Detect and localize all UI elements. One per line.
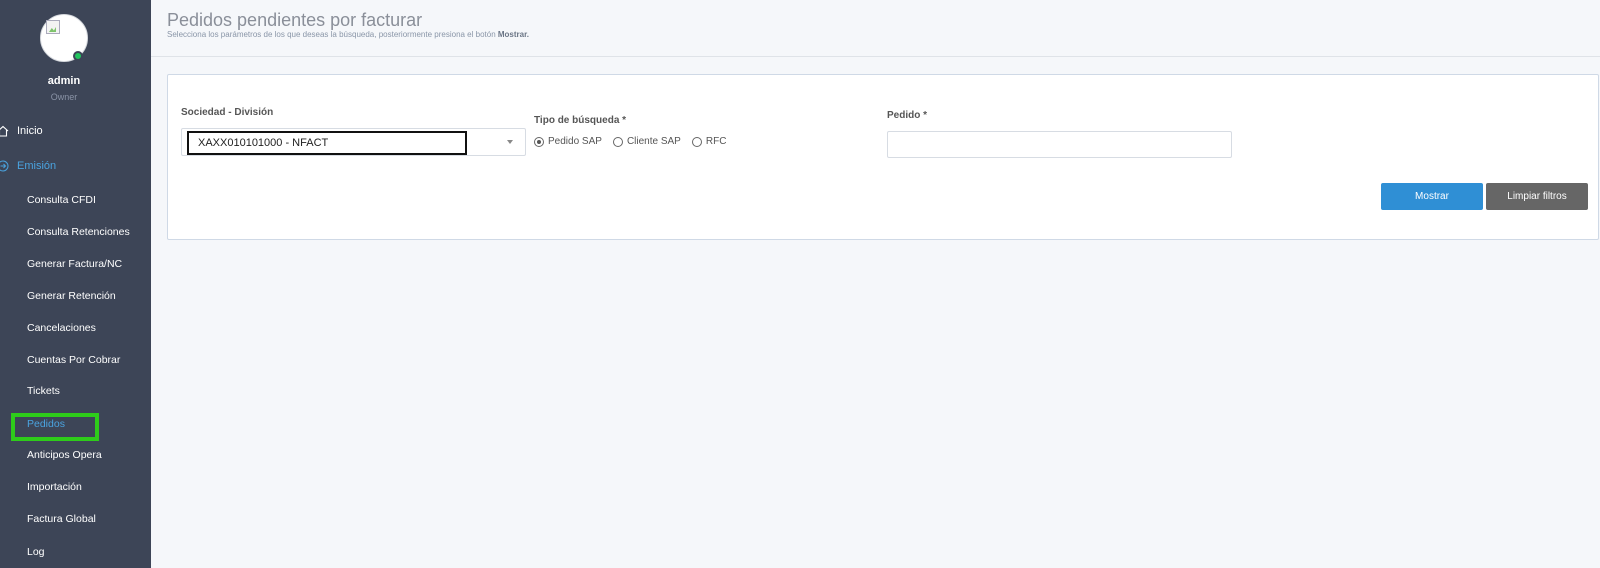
radio-checked-icon[interactable] <box>534 136 544 147</box>
online-status-icon <box>73 51 83 61</box>
page-title: Pedidos pendientes por facturar <box>167 10 423 30</box>
user-role: Owner <box>50 92 78 102</box>
nav-tickets[interactable]: Tickets <box>27 382 60 400</box>
nav-emision-label: Emisión <box>17 160 57 172</box>
arrow-circle-right-icon <box>0 160 9 172</box>
sociedad-selected-value: XAXX010101000 - NFACT <box>187 131 467 155</box>
nav-importacion[interactable]: Importación <box>27 478 82 496</box>
chevron-down-icon <box>507 140 513 144</box>
sociedad-select[interactable]: XAXX010101000 - NFACT <box>181 128 526 156</box>
tipo-busqueda-radio-group: Pedido SAP Cliente SAP RFC <box>534 136 737 147</box>
sociedad-label: Sociedad - División <box>181 107 274 118</box>
pedido-input[interactable] <box>887 131 1232 158</box>
nav-anticipos-opera[interactable]: Anticipos Opera <box>27 446 102 464</box>
broken-image-icon <box>46 20 60 34</box>
pedidos-highlight-box <box>11 413 99 441</box>
radio-unchecked-icon[interactable] <box>691 136 702 147</box>
user-name: admin <box>47 75 81 87</box>
page-subtitle: Selecciona los parámetros de los que des… <box>167 30 529 39</box>
nav-generar-retencion[interactable]: Generar Retención <box>27 287 116 305</box>
filter-card: Sociedad - División XAXX010101000 - NFAC… <box>167 74 1599 240</box>
page-header: Pedidos pendientes por facturar Seleccio… <box>151 0 1600 57</box>
subtitle-text: Selecciona los parámetros de los que des… <box>167 30 498 39</box>
nav-consulta-cfdi[interactable]: Consulta CFDI <box>27 191 96 209</box>
radio-unchecked-icon[interactable] <box>612 136 623 147</box>
nav-consulta-retenciones[interactable]: Consulta Retenciones <box>27 223 130 241</box>
nav-inicio-label: Inicio <box>17 125 43 137</box>
nav-inicio[interactable]: Inicio <box>0 121 43 141</box>
radio-rfc[interactable]: RFC <box>691 136 727 147</box>
tipo-busqueda-label: Tipo de búsqueda * <box>534 115 627 126</box>
nav-log[interactable]: Log <box>27 543 45 561</box>
radio-pedido-sap[interactable]: Pedido SAP <box>534 136 602 147</box>
nav-generar-factura[interactable]: Generar Factura/NC <box>27 255 122 273</box>
mostrar-button[interactable]: Mostrar <box>1381 183 1483 210</box>
nav-cuentas-por-cobrar[interactable]: Cuentas Por Cobrar <box>27 351 120 369</box>
pedido-label: Pedido * <box>887 110 928 121</box>
nav-factura-global[interactable]: Factura Global <box>27 510 96 528</box>
radio-rfc-label: RFC <box>705 136 727 147</box>
home-icon <box>0 125 9 137</box>
nav-cancelaciones[interactable]: Cancelaciones <box>27 319 96 337</box>
limpiar-filtros-button[interactable]: Limpiar filtros <box>1486 183 1588 210</box>
radio-cliente-sap[interactable]: Cliente SAP <box>612 136 681 147</box>
nav-emision[interactable]: Emisión <box>0 156 56 176</box>
sidebar: admin Owner Inicio Emisión Consulta CFDI… <box>0 0 151 568</box>
radio-pedido-sap-label: Pedido SAP <box>548 136 602 147</box>
radio-cliente-sap-label: Cliente SAP <box>626 136 681 147</box>
subtitle-button-name: Mostrar. <box>497 30 529 39</box>
